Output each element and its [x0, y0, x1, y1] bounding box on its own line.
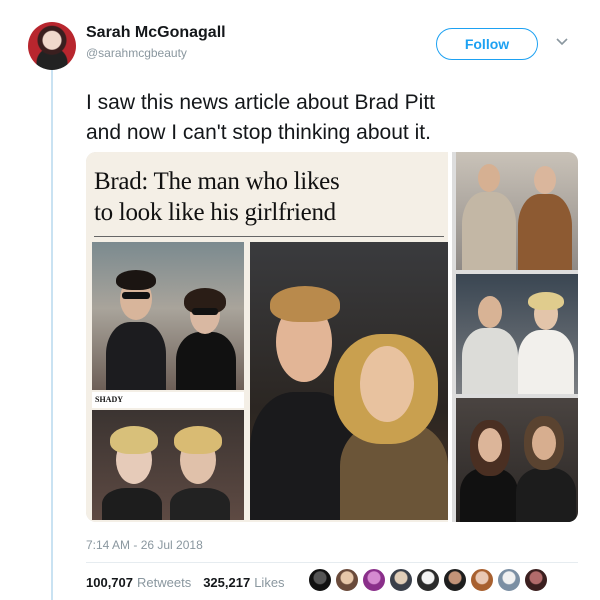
avatar[interactable] [389, 568, 413, 592]
retweet-label[interactable]: Retweets [137, 575, 191, 590]
retweet-count[interactable]: 100,707 [86, 575, 133, 590]
follow-button[interactable]: Follow [436, 28, 538, 60]
avatar[interactable] [443, 568, 467, 592]
divider [86, 562, 578, 563]
avatar[interactable] [362, 568, 386, 592]
author-handle[interactable]: @sarahmcgbeauty [86, 46, 187, 60]
tweet-media[interactable]: Brad: The man who likes to look like his… [86, 152, 578, 522]
author-name[interactable]: Sarah McGonagall [86, 24, 226, 42]
likers-avatars [308, 568, 551, 592]
avatar[interactable] [308, 568, 332, 592]
tweet-text: I saw this news article about Brad Pitt … [86, 88, 586, 148]
tweet-timestamp[interactable]: 7:14 AM - 26 Jul 2018 [86, 538, 203, 552]
like-count[interactable]: 325,217 [203, 575, 250, 590]
photo-caption: SHADY [92, 392, 244, 408]
avatar[interactable] [335, 568, 359, 592]
photo-strip [456, 152, 578, 522]
tweet-text-line: and now I can't stop thinking about it. [86, 121, 431, 144]
photo-couple-main [250, 242, 448, 520]
avatar[interactable] [524, 568, 548, 592]
tweet-stats: 100,707 Retweets 325,217 Likes [86, 575, 297, 590]
headline-line: to look like his girlfriend [94, 199, 336, 226]
photo-right-1 [456, 152, 578, 270]
avatar[interactable] [416, 568, 440, 592]
newspaper-clipping: Brad: The man who likes to look like his… [86, 152, 452, 522]
photo-right-2 [456, 274, 578, 394]
thread-line [51, 60, 53, 600]
chevron-down-icon[interactable] [556, 34, 568, 49]
photo-couple-sunglasses [92, 242, 244, 390]
like-label[interactable]: Likes [254, 575, 284, 590]
tweet-text-line: I saw this news article about Brad Pitt [86, 91, 435, 114]
headline-line: Brad: The man who likes [94, 168, 340, 195]
photo-right-3 [456, 398, 578, 522]
news-headline: Brad: The man who likes to look like his… [94, 166, 444, 228]
divider [94, 236, 444, 237]
photo-couple-blond [92, 410, 244, 520]
avatar[interactable] [470, 568, 494, 592]
avatar[interactable] [497, 568, 521, 592]
avatar[interactable] [28, 22, 76, 70]
